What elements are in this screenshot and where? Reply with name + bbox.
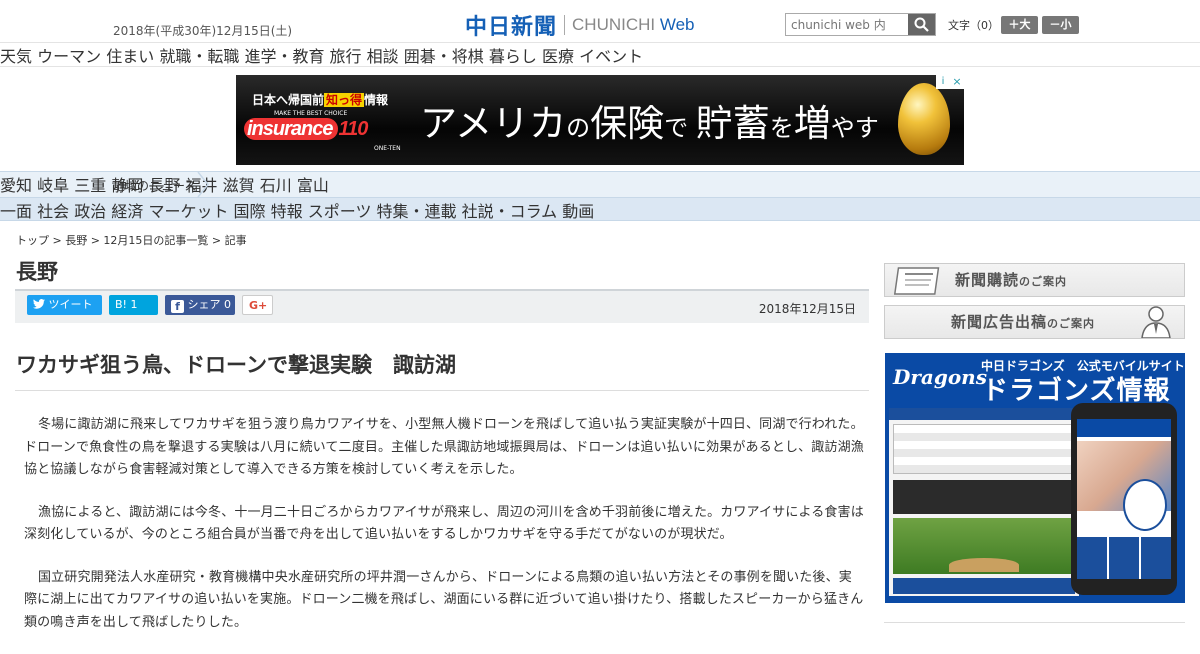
dragons-logo: Dragons xyxy=(893,365,987,389)
font-larger-button[interactable]: ＋大 xyxy=(1001,16,1038,34)
font-size-label: 文字（0） xyxy=(948,19,999,32)
current-date: 2018年(平成30年)12月15日(土) xyxy=(113,24,293,38)
ad-tagline: 日本へ帰国前 知っ得 情報 xyxy=(252,93,389,107)
region-nav: 地域のニュース 愛知 岐阜 三重 静岡 長野 福井 滋賀 石川 富山 xyxy=(0,171,1200,197)
ad-brand-block: 日本へ帰国前 知っ得 情報 MAKE THE BEST CHOICE insuran… xyxy=(244,85,404,157)
search-button[interactable] xyxy=(908,14,935,35)
region-nav-item[interactable]: 愛知 xyxy=(0,176,32,195)
scoreboard-illustration xyxy=(889,408,1079,596)
page-title: 長野 xyxy=(16,260,58,284)
sidebar-divider xyxy=(884,622,1185,623)
category-nav-item[interactable]: 囲碁・将棋 xyxy=(404,47,484,66)
section-nav-item[interactable]: 特集・連載 xyxy=(377,202,457,221)
section-nav-item[interactable]: 政治 xyxy=(74,202,106,221)
facebook-share-button[interactable]: f シェア 0 xyxy=(165,295,235,315)
site-logo[interactable]: 中日新聞 CHUNICHI Web xyxy=(465,9,695,41)
share-bar: ツイート B! 1 f シェア 0 G+ 2018年12月15日 xyxy=(15,289,869,323)
headline-divider xyxy=(15,390,869,391)
ad-close-icon[interactable]: × xyxy=(950,75,964,89)
top-header: 2018年(平成30年)12月15日(土) 中日新聞 CHUNICHI Web … xyxy=(0,0,1200,43)
region-nav-item[interactable]: 岐阜 xyxy=(37,176,69,195)
ad-subtagline: MAKE THE BEST CHOICE xyxy=(274,110,348,117)
region-nav-label: 地域のニュース xyxy=(113,179,197,193)
section-nav: 一面 社会 政治 経済 マーケット 国際 特報 スポーツ 特集・連載 社説・コラ… xyxy=(0,197,1200,221)
twitter-icon xyxy=(33,299,45,309)
advertising-info-text: 新聞広告出稿のご案内 xyxy=(951,313,1096,331)
region-nav-item[interactable]: 三重 xyxy=(74,176,106,195)
article-headline: ワカサギ狙う鳥、ドローンで撃退実験 諏訪湖 xyxy=(16,353,456,377)
section-nav-item[interactable]: スポーツ xyxy=(308,202,372,221)
category-nav-item[interactable]: 暮らし xyxy=(489,47,537,66)
ad-logo: insurance 110 xyxy=(244,118,409,144)
region-nav-item[interactable]: 石川 xyxy=(260,176,292,195)
breadcrumb[interactable]: トップ > 長野 > 12月15日の記事一覧 > 記事 xyxy=(16,232,247,248)
hatena-bookmark-button[interactable]: B! 1 xyxy=(109,295,158,315)
advertising-info-banner[interactable]: 新聞広告出稿のご案内 xyxy=(884,305,1185,339)
site-search xyxy=(785,13,936,36)
article-paragraph: 国立研究開発法人水産研究・教育機構中央水産研究所の坪井潤一さんから、ドローンによ… xyxy=(24,569,864,630)
category-nav-item[interactable]: 住まい xyxy=(106,47,154,66)
category-nav-item[interactable]: 旅行 xyxy=(330,47,362,66)
newspaper-reading-icon xyxy=(893,267,940,295)
logo-divider xyxy=(564,15,566,35)
smartphone-illustration xyxy=(1071,403,1177,595)
tweet-button[interactable]: ツイート xyxy=(27,295,102,315)
logo-main-text: 中日新聞 xyxy=(465,14,558,40)
ad-logo-caption: ONE-TEN xyxy=(374,145,401,152)
phone-screen xyxy=(1077,419,1171,579)
facebook-share-label: シェア 0 xyxy=(187,298,232,311)
region-nav-item[interactable]: 滋賀 xyxy=(223,176,255,195)
subscription-info-text: 新聞購読のご案内 xyxy=(955,271,1068,289)
category-nav-item[interactable]: ウーマン xyxy=(37,47,101,66)
category-nav-item[interactable]: イベント xyxy=(579,47,643,66)
section-nav-item[interactable]: 特報 xyxy=(271,202,303,221)
publish-date: 2018年12月15日 xyxy=(758,302,856,316)
search-input[interactable] xyxy=(786,14,908,35)
facebook-icon: f xyxy=(171,300,184,313)
advertisement-banner[interactable]: 日本へ帰国前 知っ得 情報 MAKE THE BEST CHOICE insuran… xyxy=(236,75,964,165)
search-icon xyxy=(914,17,929,32)
logo-sub-text: CHUNICHI Web xyxy=(572,15,695,34)
golden-egg-icon xyxy=(898,83,950,155)
article-body: 冬場に諏訪湖に飛来してワカサギを狙う渡り鳥カワアイサを、小型無人機ドローンを飛ば… xyxy=(24,414,864,654)
chevron-right-icon xyxy=(197,172,209,197)
article-paragraph: 冬場に諏訪湖に飛来してワカサギを狙う渡り鳥カワアイサを、小型無人機ドローンを飛ば… xyxy=(24,417,864,477)
section-nav-item[interactable]: 一面 xyxy=(0,202,32,221)
section-nav-item[interactable]: 動画 xyxy=(562,202,594,221)
article-paragraph: 漁協によると、諏訪湖には今冬、十一月二十日ごろからカワアイサが飛来し、周辺の河川… xyxy=(24,504,864,543)
category-nav: 天気 ウーマン 住まい 就職・転職 進学・教育 旅行 相談 囲碁・将棋 暮らし … xyxy=(0,43,1200,67)
section-nav-item[interactable]: 国際 xyxy=(234,202,266,221)
tweet-label: ツイート xyxy=(48,298,93,311)
dragons-footer-strip xyxy=(889,597,1181,603)
section-nav-item[interactable]: 社説・コラム xyxy=(462,202,558,221)
category-nav-item[interactable]: 進学・教育 xyxy=(244,47,324,66)
dragons-banner-title: ドラゴンズ情報 xyxy=(982,376,1171,406)
dragons-mobile-site-banner[interactable]: 中日ドラゴンズ 公式モバイルサイト Dragons ドラゴンズ情報 xyxy=(885,353,1185,603)
category-nav-item[interactable]: 相談 xyxy=(367,47,399,66)
category-nav-item[interactable]: 就職・転職 xyxy=(159,47,239,66)
region-nav-item[interactable]: 富山 xyxy=(297,176,329,195)
section-nav-item[interactable]: 経済 xyxy=(111,202,143,221)
ad-info-icon[interactable]: i xyxy=(936,75,950,89)
ad-headline: アメリカの保険で 貯蓄を増やす xyxy=(420,102,879,145)
section-nav-item[interactable]: マーケット xyxy=(148,202,228,221)
subscription-info-banner[interactable]: 新聞購読のご案内 xyxy=(884,263,1185,297)
category-nav-item[interactable]: 医療 xyxy=(542,47,574,66)
category-nav-item[interactable]: 天気 xyxy=(0,47,32,66)
section-nav-item[interactable]: 社会 xyxy=(37,202,69,221)
font-smaller-button[interactable]: －小 xyxy=(1042,16,1079,34)
businessman-icon xyxy=(1141,306,1171,338)
google-plus-button[interactable]: G+ xyxy=(242,295,273,315)
